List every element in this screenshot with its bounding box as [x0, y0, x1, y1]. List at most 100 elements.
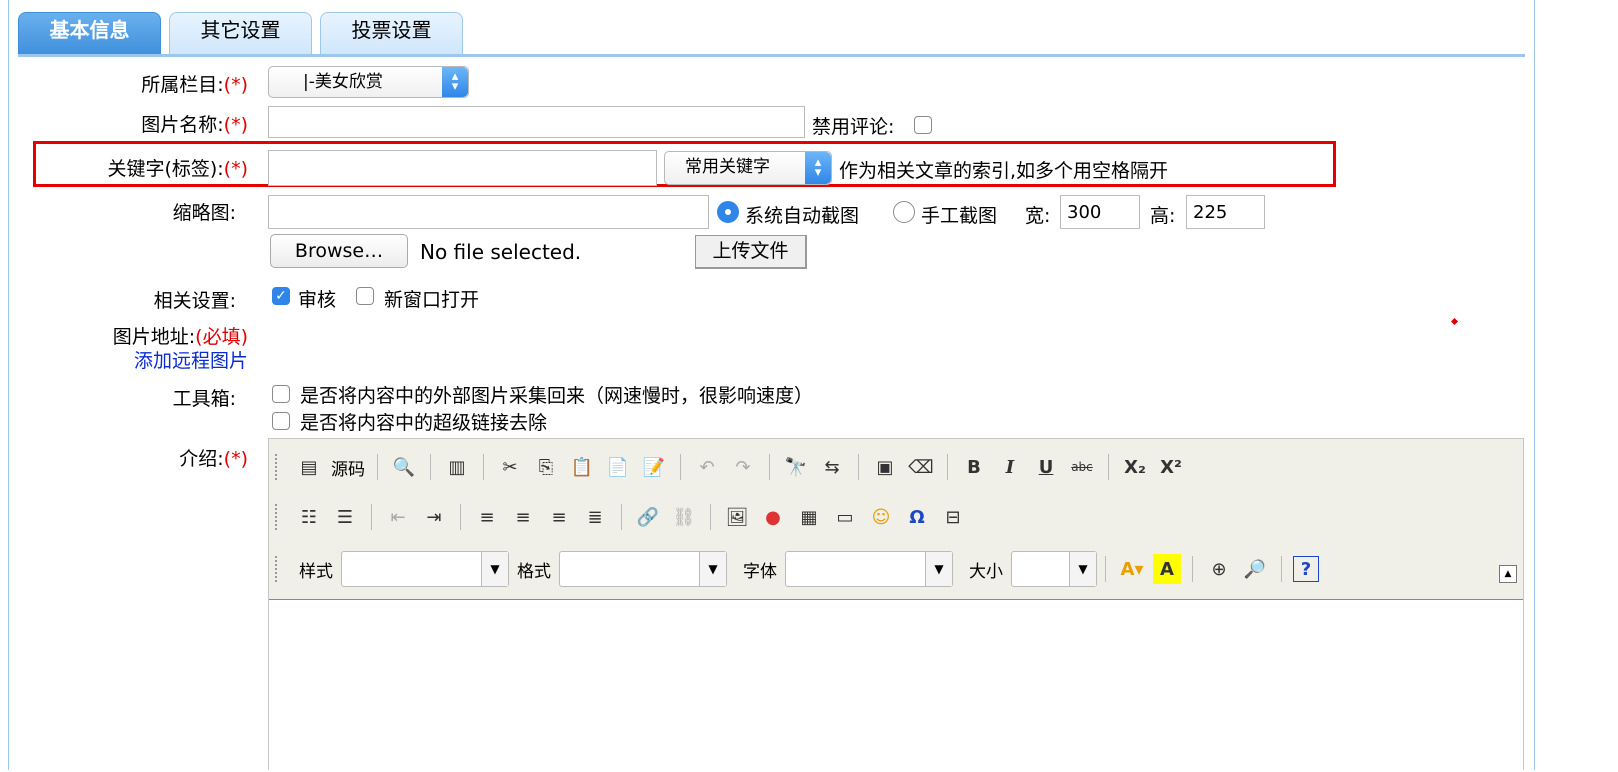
paste-icon[interactable]: 📋 [567, 452, 597, 482]
remove-links-label: 是否将内容中的超级链接去除 [300, 412, 548, 434]
tab-other-settings[interactable]: 其它设置 [169, 12, 312, 56]
preview-icon[interactable]: 🔍 [389, 452, 419, 482]
required-mark: (必填) [195, 326, 248, 348]
frame-left-border [8, 0, 9, 770]
italic-icon[interactable]: I [995, 452, 1025, 482]
align-center-icon[interactable]: ≡ [508, 502, 538, 532]
redo-icon[interactable]: ↷ [728, 452, 758, 482]
smiley-icon[interactable]: ☺ [866, 502, 896, 532]
unlink-icon[interactable]: ⛓ [669, 502, 699, 532]
source-icon[interactable]: ▤ [294, 452, 324, 482]
auto-crop-label: 系统自动截图 [745, 205, 860, 227]
common-keywords-value: 常用关键字 [685, 157, 770, 177]
chevron-down-icon: ▼ [481, 552, 508, 586]
link-icon[interactable]: 🔗 [633, 502, 663, 532]
align-right-icon[interactable]: ≡ [544, 502, 574, 532]
editor-content-area[interactable] [269, 599, 1523, 772]
select-all-icon[interactable]: ▣ [870, 452, 900, 482]
indent-icon[interactable]: ⇥ [419, 502, 449, 532]
templates-icon[interactable]: ▥ [442, 452, 472, 482]
toolbar-separator [1192, 556, 1193, 582]
collect-images-checkbox[interactable] [272, 385, 290, 403]
size-combo[interactable]: ▼ [1011, 551, 1097, 587]
source-button[interactable]: 源码 [331, 455, 365, 480]
category-select[interactable]: |-美女欣赏 ▴ ▾ [268, 66, 469, 98]
table-icon[interactable]: ▦ [794, 502, 824, 532]
bulleted-list-icon[interactable]: ☰ [330, 502, 360, 532]
thumbnail-input[interactable] [268, 195, 709, 229]
remove-format-icon[interactable]: ⌫ [906, 452, 936, 482]
manual-crop-radio[interactable] [893, 201, 915, 223]
outdent-icon[interactable]: ⇤ [383, 502, 413, 532]
toolbar-separator [858, 454, 859, 480]
image-icon[interactable]: 🖼 [722, 502, 752, 532]
image-url-label: 图片地址:(必填) [112, 326, 248, 348]
strikethrough-icon[interactable]: abc [1067, 452, 1097, 482]
font-combo[interactable]: ▼ [785, 551, 953, 587]
disable-comment-checkbox[interactable] [914, 116, 932, 134]
horizontal-rule-icon[interactable]: ▭ [830, 502, 860, 532]
format-combo[interactable]: ▼ [559, 551, 727, 587]
toolbar-grip [275, 504, 281, 530]
chevron-down-icon: ▼ [699, 552, 726, 586]
required-mark: (*) [223, 448, 248, 470]
style-label: 样式 [299, 561, 333, 582]
copy-icon[interactable]: ⎘ [531, 452, 561, 482]
tab-vote-settings[interactable]: 投票设置 [320, 12, 463, 56]
red-dot-marker [1450, 317, 1459, 326]
collapse-toolbar-icon[interactable]: ▲ [1499, 565, 1517, 583]
toolbar-separator [1105, 556, 1106, 582]
format-label: 格式 [517, 561, 551, 582]
intro-label: 介绍:(*) [179, 448, 248, 470]
find-icon[interactable]: 🔭 [781, 452, 811, 482]
bold-icon[interactable]: B [959, 452, 989, 482]
upload-file-button[interactable]: 上传文件 [695, 235, 807, 269]
browse-button[interactable]: Browse… [270, 234, 408, 268]
style-combo[interactable]: ▼ [341, 551, 509, 587]
chevron-updown-icon: ▴ ▾ [805, 152, 831, 184]
align-justify-icon[interactable]: ≣ [580, 502, 610, 532]
special-char-icon[interactable]: Ω [902, 502, 932, 532]
subscript-icon[interactable]: X₂ [1120, 452, 1150, 482]
width-input[interactable] [1060, 195, 1140, 229]
new-window-checkbox[interactable] [356, 287, 374, 305]
replace-icon[interactable]: ⇆ [817, 452, 847, 482]
keywords-label: 关键字(标签):(*) [107, 158, 248, 180]
cut-icon[interactable]: ✂ [495, 452, 525, 482]
undo-icon[interactable]: ↶ [692, 452, 722, 482]
toolbar-separator [710, 504, 711, 530]
width-label: 宽: [1025, 205, 1051, 227]
auto-crop-radio[interactable] [717, 201, 739, 223]
title-input[interactable] [268, 106, 805, 138]
audit-checkbox[interactable]: ✓ [272, 287, 290, 305]
add-remote-image-link[interactable]: 添加远程图片 [134, 346, 248, 373]
height-input[interactable] [1186, 195, 1265, 229]
text-color-icon[interactable]: A▾ [1117, 554, 1147, 584]
maximize-icon[interactable]: ⊕ [1204, 554, 1234, 584]
common-keywords-select[interactable]: 常用关键字 ▴ ▾ [664, 151, 832, 185]
title-label: 图片名称:(*) [141, 114, 248, 136]
numbered-list-icon[interactable]: ☷ [294, 502, 324, 532]
page-break-icon[interactable]: ⊟ [938, 502, 968, 532]
editor-toolbar-row-2: ☷ ☰ ⇤ ⇥ ≡ ≡ ≡ ≣ 🔗 ⛓ 🖼 ● ▦ ▭ ☺ Ω ⊟ [275, 497, 971, 537]
background-color-icon[interactable]: A [1153, 554, 1181, 584]
show-blocks-icon[interactable]: 🔎 [1240, 554, 1270, 584]
flash-icon[interactable]: ● [758, 502, 788, 532]
tab-basic-info[interactable]: 基本信息 [18, 12, 161, 56]
toolbar-separator [769, 454, 770, 480]
chevron-down-icon: ▼ [1069, 552, 1096, 586]
underline-icon[interactable]: U [1031, 452, 1061, 482]
audit-label: 审核 [298, 289, 337, 311]
toolbar-separator [680, 454, 681, 480]
align-left-icon[interactable]: ≡ [472, 502, 502, 532]
toolbar-separator [483, 454, 484, 480]
required-mark: (*) [223, 74, 248, 96]
keywords-input[interactable] [268, 150, 657, 186]
paste-text-icon[interactable]: 📄 [603, 452, 633, 482]
help-icon[interactable]: ? [1293, 556, 1319, 582]
paste-word-icon[interactable]: 📝 [639, 452, 669, 482]
superscript-icon[interactable]: X² [1156, 452, 1186, 482]
remove-links-checkbox[interactable] [272, 412, 290, 430]
toolbar-separator [1281, 556, 1282, 582]
file-status-text: No file selected. [420, 240, 582, 264]
